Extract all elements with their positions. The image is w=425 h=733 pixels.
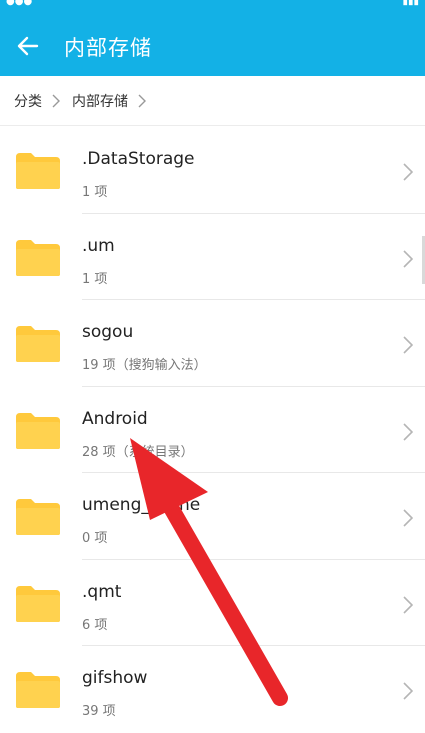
folder-name: .DataStorage <box>82 149 195 169</box>
status-bar-right: ▮▮▮ <box>402 0 419 7</box>
folder-name: sogou <box>82 322 134 342</box>
chevron-right-icon <box>403 249 413 268</box>
list-item[interactable]: Android 28 项（系统目录） <box>0 387 425 473</box>
breadcrumb-item-internal-storage[interactable]: 内部存储 <box>72 91 128 111</box>
folder-icon <box>16 153 60 189</box>
list-item[interactable]: .DataStorage 1 项 <box>0 127 425 214</box>
folder-meta: 0 项 <box>82 531 108 546</box>
chevron-right-icon <box>403 509 413 527</box>
status-bar-left: ●●● <box>6 0 33 7</box>
back-button[interactable] <box>8 26 48 66</box>
page-title: 内部存储 <box>64 36 152 60</box>
folder-meta: 28 项（系统目录） <box>82 444 194 460</box>
folder-name: .qmt <box>82 581 122 602</box>
folder-name: .um <box>82 235 115 256</box>
chevron-right-icon <box>403 682 413 700</box>
folder-meta: 39 项 <box>82 704 116 719</box>
back-arrow-icon <box>17 36 39 56</box>
folder-icon <box>16 326 60 362</box>
folder-name: Android <box>82 408 148 429</box>
folder-meta: 19 项（搜狗输入法） <box>82 358 207 373</box>
folder-name: umeng_cache <box>82 495 201 515</box>
list-item[interactable]: umeng_cache 0 项 <box>0 473 425 560</box>
breadcrumb-separator-icon <box>138 94 146 108</box>
folder-list: .DataStorage 1 项 .um 1 项 sogou 19 项（搜狗输入… <box>0 127 425 733</box>
folder-name: gifshow <box>82 668 148 688</box>
folder-meta: 6 项 <box>82 617 108 633</box>
folder-meta: 1 项 <box>82 185 108 200</box>
list-item[interactable]: .um 1 项 <box>0 214 425 300</box>
list-item[interactable]: .qmt 6 项 <box>0 560 425 646</box>
folder-icon <box>16 412 60 449</box>
chevron-right-icon <box>403 336 413 354</box>
status-bar: ●●● ▮▮▮ <box>0 0 425 14</box>
folder-icon <box>16 672 60 708</box>
chevron-right-icon <box>403 163 413 181</box>
folder-icon <box>16 239 60 276</box>
list-item[interactable]: sogou 19 项（搜狗输入法） <box>0 300 425 387</box>
folder-meta: 1 项 <box>82 271 108 287</box>
breadcrumb: 分类 内部存储 <box>0 76 425 126</box>
chevron-right-icon <box>403 422 413 441</box>
app-bar: 内部存储 <box>0 14 425 76</box>
breadcrumb-item-category[interactable]: 分类 <box>14 91 42 111</box>
folder-icon <box>16 499 60 535</box>
chevron-right-icon <box>403 595 413 614</box>
breadcrumb-separator-icon <box>52 94 60 108</box>
folder-icon <box>16 585 60 622</box>
